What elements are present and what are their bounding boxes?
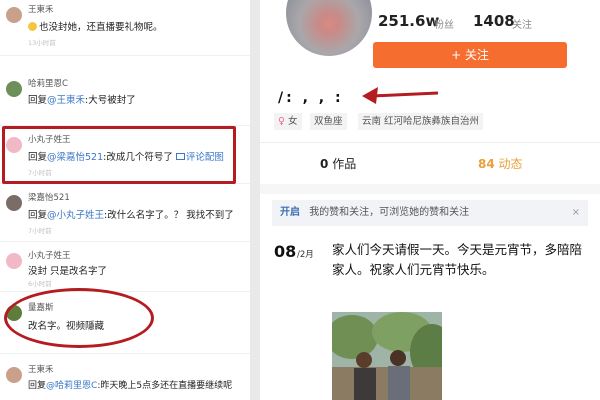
comment-body: 回复@小丸子姓王:改什么名字了。？ 我找不到了 [28,207,234,221]
post-month: /2月 [297,250,314,260]
comment-username[interactable]: 王東禾 [28,3,54,15]
mention-link[interactable]: @王東禾 [47,95,85,106]
gender-tag: ♀ 女 [274,113,302,130]
updates-label: 动态 [498,157,523,171]
tab-updates[interactable]: 84 动态 [478,155,523,172]
comment-item[interactable]: 梁嘉怡521 回复@小丸子姓王:改什么名字了。？ 我找不到了 7小时前 [0,188,250,242]
comment-text: :大号被封了 [85,95,136,106]
post-photo-illustration [332,312,442,400]
mention-link[interactable]: @哈莉里恩C [46,381,97,391]
privacy-notice-text: 我的赞和关注，可浏览她的赞和关注 [309,207,470,218]
section-gap [260,184,600,194]
close-icon[interactable]: × [572,200,580,226]
fans-label[interactable]: 粉丝 [434,16,454,31]
highlight-rectangle [2,126,236,184]
works-number: 0 [320,157,329,171]
mention-link[interactable]: @小丸子姓王 [47,210,104,221]
fans-count[interactable]: 251.6w [378,12,439,30]
comment-body: 没封 只是改名字了 [28,266,108,277]
highlight-ellipse [4,288,154,348]
privacy-notice-bar: 开启 我的赞和关注，可浏览她的赞和关注 × [272,200,588,226]
profile-nickname: /: , , : [278,90,344,106]
comment-username[interactable]: 小丸子姓王 [28,249,71,261]
location-tag: 云南 红河哈尼族彝族自治州 [358,113,484,130]
smile-emoji-icon [28,22,37,31]
avatar[interactable] [6,81,22,97]
avatar[interactable] [6,195,22,211]
reply-prefix: 回复 [28,210,48,221]
comment-body: 回复@王東禾:大号被封了 [28,92,136,106]
comment-text: :改什么名字了。？ 我找不到了 [104,210,234,221]
profile-panel: 251.6w 粉丝 1408 关注 + 关注 /: , , : ♀ 女 双鱼座 … [260,0,600,400]
comment-username[interactable]: 哈莉里恩C [28,77,68,89]
annotation-arrow-icon [362,87,439,104]
comment-item[interactable]: 小丸子姓王 没封 只是改名字了 6小时前 [0,246,250,292]
comments-panel: 王東禾 也没封她，还直播要礼物呢。 13小时前 哈莉里恩C 回复@王東禾:大号被… [0,0,250,400]
comment-body: 回复@哈莉里恩C:昨天晚上5点多还在直播要继续呢 [28,378,232,391]
comment-username[interactable]: 王東禾 [28,363,54,375]
avatar[interactable] [6,7,22,23]
following-count[interactable]: 1408 [473,12,515,30]
following-label[interactable]: 关注 [512,16,532,31]
tab-works[interactable]: 0 作品 [320,155,356,172]
comment-text: 也没封她，还直播要礼物呢。 [39,22,163,33]
post-day: 08 [274,242,297,261]
post-text[interactable]: 家人们今天请假一天。今天是元宵节，多陪陪家人。祝家人们元宵节快乐。 [332,240,582,280]
reply-prefix: 回复 [28,95,48,106]
comment-item[interactable]: 王東禾 也没封她，还直播要礼物呢。 13小时前 [0,0,250,56]
comment-body: 也没封她，还直播要礼物呢。 [28,19,163,33]
comment-time: 7小时前 [28,227,52,235]
avatar[interactable] [6,253,22,269]
comment-text: :昨天晚上5点多还在直播要继续呢 [97,381,233,391]
comment-time: 6小时前 [28,280,52,288]
comment-time: 13小时前 [28,39,56,47]
avatar[interactable] [6,367,22,383]
gender-label: 女 [288,116,298,127]
comment-item[interactable]: 哈莉里恩C 回复@王東禾:大号被封了 [0,74,250,126]
post-photo[interactable] [332,312,442,400]
updates-number: 84 [478,157,495,171]
female-icon: ♀ [278,116,285,127]
open-link[interactable]: 开启 [280,207,300,218]
profile-avatar[interactable] [286,0,372,56]
comment-item[interactable]: 王東禾 回复@哈莉里恩C:昨天晚上5点多还在直播要继续呢 [0,360,250,400]
follow-button[interactable]: + 关注 [373,42,567,68]
comment-username[interactable]: 梁嘉怡521 [28,191,70,203]
works-label: 作品 [332,157,357,171]
divider [260,142,600,143]
reply-prefix: 回复 [28,381,47,391]
zodiac-tag: 双鱼座 [310,113,347,130]
